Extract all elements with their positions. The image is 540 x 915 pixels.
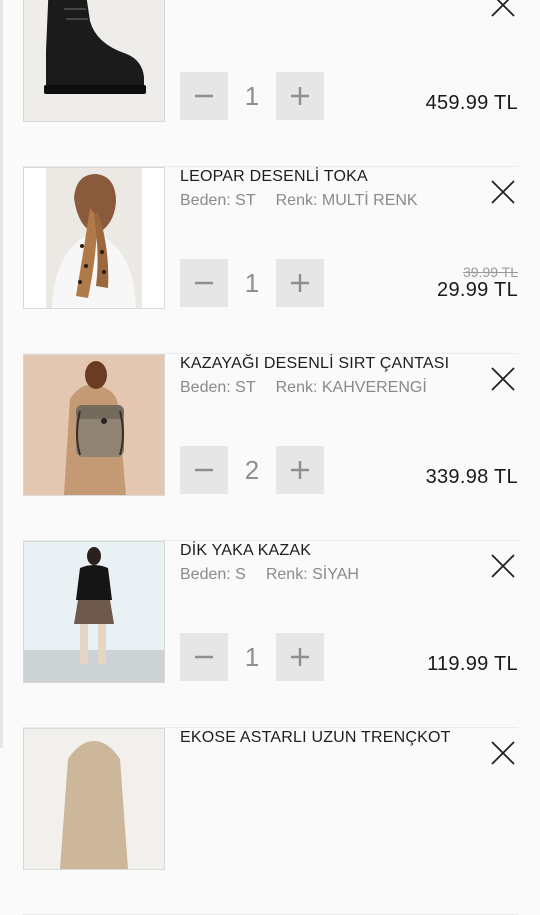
cart-item: EKOSE ASTARLI UZUN TRENÇKOT (22, 728, 518, 915)
close-icon (491, 554, 515, 578)
remove-item-button[interactable] (490, 366, 516, 392)
color-value: MULTİ RENK (321, 192, 418, 209)
increase-quantity-button[interactable] (276, 633, 324, 681)
product-price: 119.99 TL (427, 653, 518, 675)
decrease-quantity-button[interactable] (180, 72, 228, 120)
size-label: Beden: (180, 566, 231, 583)
minus-icon (195, 94, 213, 98)
product-price: 29.99 TL (437, 279, 518, 301)
quantity-stepper: 2 (180, 446, 324, 494)
minus-icon (195, 468, 213, 472)
size-value: S (235, 566, 246, 583)
color-label: Renk: (275, 379, 318, 396)
size-value: 37 (235, 0, 253, 3)
plus-icon (291, 648, 309, 666)
product-image-boot[interactable] (23, 0, 165, 122)
product-price: 339.98 TL (425, 466, 518, 488)
product-image-trench-coat[interactable] (23, 728, 165, 870)
remove-item-button[interactable] (490, 553, 516, 579)
quantity-stepper: 1 (180, 72, 324, 120)
color-value: SIYAH (319, 0, 366, 3)
decrease-quantity-button[interactable] (180, 633, 228, 681)
color-value: KAHVERENGİ (321, 379, 427, 396)
product-name: EKOSE ASTARLI UZUN TRENÇKOT (180, 729, 451, 746)
plus-icon (291, 461, 309, 479)
quantity-value: 1 (244, 80, 260, 111)
product-name: LEOPAR DESENLİ TOKA (180, 168, 368, 185)
minus-icon (195, 655, 213, 659)
color-label: Renk: (273, 0, 315, 3)
product-name: KAZAYAĞI DESENLİ SIRT ÇANTASI (180, 355, 450, 372)
product-price: 459.99 TL (425, 92, 518, 114)
size-label: Beden: (180, 0, 231, 3)
product-image-sweater[interactable] (23, 541, 165, 683)
cart-item: DİK YAKA KAZAK Beden: S Renk: SİYAH 1 119… (22, 541, 518, 728)
increase-quantity-button[interactable] (276, 446, 324, 494)
cart-item: LEOPAR DESENLİ TOKA Beden: ST Renk: MULTİ… (22, 167, 518, 354)
remove-item-button[interactable] (490, 740, 516, 766)
increase-quantity-button[interactable] (276, 72, 324, 120)
size-value: ST (235, 192, 256, 209)
cart-item: Beden: 37 Renk: SIYAH 1 459.99 TL (22, 0, 518, 167)
size-label: Beden: (180, 379, 231, 396)
product-attributes: Beden: ST Renk: MULTİ RENK (180, 192, 518, 210)
product-attributes: Beden: 37 Renk: SIYAH (180, 0, 518, 4)
remove-item-button[interactable] (490, 179, 516, 205)
product-image-hair-scarf[interactable] (23, 167, 165, 309)
decrease-quantity-button[interactable] (180, 446, 228, 494)
close-icon (491, 0, 515, 17)
quantity-value: 1 (244, 641, 260, 672)
plus-icon (291, 274, 309, 292)
quantity-stepper: 1 (180, 259, 324, 307)
close-icon (491, 741, 515, 765)
original-price: 39.99 TL (462, 264, 518, 280)
quantity-stepper: 1 (180, 633, 324, 681)
minus-icon (195, 281, 213, 285)
remove-item-button[interactable] (490, 0, 516, 18)
close-icon (491, 180, 515, 204)
close-icon (491, 367, 515, 391)
cart-item: KAZAYAĞI DESENLİ SIRT ÇANTASI Beden: ST R… (22, 354, 518, 541)
size-value: ST (235, 379, 256, 396)
plus-icon (291, 87, 309, 105)
product-image-backpack[interactable] (23, 354, 165, 496)
increase-quantity-button[interactable] (276, 259, 324, 307)
color-value: SİYAH (312, 566, 359, 583)
color-label: Renk: (265, 566, 308, 583)
decrease-quantity-button[interactable] (180, 259, 228, 307)
product-name: DİK YAKA KAZAK (180, 542, 312, 559)
product-attributes: Beden: ST Renk: KAHVERENGİ (180, 379, 518, 397)
cart-item-list: Beden: 37 Renk: SIYAH 1 459.99 TL (0, 0, 540, 915)
size-label: Beden: (180, 192, 231, 209)
quantity-value: 2 (244, 454, 260, 485)
product-attributes: Beden: S Renk: SİYAH (180, 566, 518, 584)
color-label: Renk: (275, 192, 318, 209)
quantity-value: 1 (244, 267, 260, 298)
